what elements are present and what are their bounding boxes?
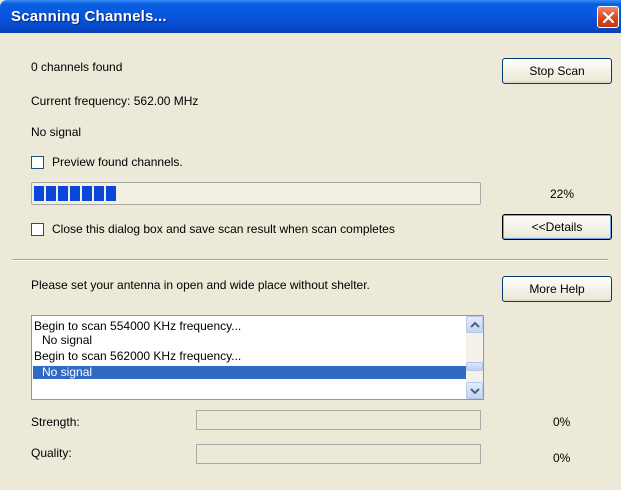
- close-on-complete-label[interactable]: Close this dialog box and save scan resu…: [52, 222, 395, 236]
- progress-segment: [106, 186, 116, 201]
- window-title: Scanning Channels...: [11, 8, 167, 25]
- quality-label: Quality:: [31, 446, 72, 460]
- scan-log-list[interactable]: Begin to scan 554000 KHz frequency... No…: [31, 315, 484, 400]
- scroll-down-button[interactable]: [466, 382, 483, 399]
- strength-label: Strength:: [31, 415, 80, 429]
- progress-segment: [34, 186, 44, 201]
- scroll-thumb[interactable]: [466, 362, 483, 371]
- details-button[interactable]: <<Details: [502, 214, 612, 240]
- scroll-up-button[interactable]: [466, 316, 483, 333]
- scan-progress-fill: [34, 186, 116, 201]
- close-icon: [602, 11, 615, 24]
- quality-value: 0%: [553, 451, 571, 465]
- log-line[interactable]: No signal: [42, 334, 92, 347]
- antenna-hint-text: Please set your antenna in open and wide…: [31, 278, 370, 292]
- log-line-selected[interactable]: No signal: [33, 366, 466, 379]
- current-frequency-label: Current frequency: 562.00 MHz: [31, 94, 199, 108]
- progress-segment: [70, 186, 80, 201]
- progress-segment: [58, 186, 68, 201]
- chevron-down-icon: [470, 388, 480, 395]
- strength-meter: [196, 410, 481, 430]
- close-button[interactable]: [597, 6, 619, 28]
- progress-segment: [82, 186, 92, 201]
- close-on-complete-checkbox[interactable]: [31, 223, 44, 236]
- stop-scan-button[interactable]: Stop Scan: [502, 58, 612, 84]
- channels-found-label: 0 channels found: [31, 60, 123, 74]
- quality-meter: [196, 444, 481, 464]
- progress-segment: [46, 186, 56, 201]
- title-bar[interactable]: Scanning Channels...: [0, 0, 621, 33]
- progress-segment: [94, 186, 104, 201]
- log-scrollbar[interactable]: [466, 316, 483, 399]
- strength-value: 0%: [553, 415, 571, 429]
- scanning-channels-dialog: Scanning Channels... 0 channels found Cu…: [0, 0, 621, 490]
- preview-channels-label[interactable]: Preview found channels.: [52, 155, 183, 169]
- log-line[interactable]: Begin to scan 554000 KHz frequency...: [34, 320, 241, 333]
- log-line[interactable]: Begin to scan 562000 KHz frequency...: [34, 350, 241, 363]
- more-help-button[interactable]: More Help: [502, 276, 612, 302]
- scan-progress-bar: [31, 182, 481, 205]
- preview-channels-checkbox[interactable]: [31, 156, 44, 169]
- scan-progress-percent: 22%: [550, 187, 575, 201]
- separator: [12, 259, 608, 261]
- chevron-up-icon: [470, 321, 480, 328]
- signal-status-label: No signal: [31, 125, 82, 139]
